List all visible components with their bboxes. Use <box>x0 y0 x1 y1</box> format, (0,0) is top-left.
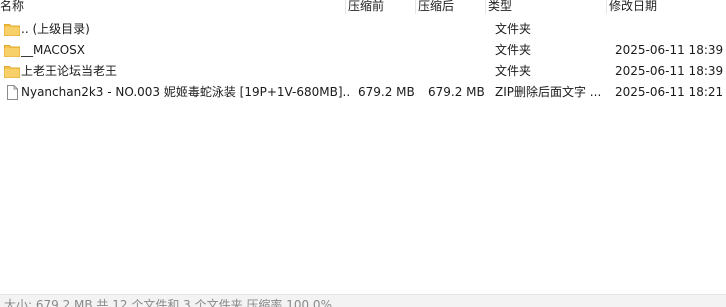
item-packed-size: 679.2 MB <box>428 85 484 99</box>
archive-file-list: 名称 压缩前 压缩后 类型 修改日期 .. (上级目录) 文件夹 __MACOS… <box>0 0 726 307</box>
item-type: ZIP删除后面文字 ... <box>495 85 602 99</box>
list-item-folder[interactable]: 上老王论坛当老王 文件夹 2025-06-11 18:39 <box>0 61 726 82</box>
column-header-bar: 名称 压缩前 压缩后 类型 修改日期 <box>0 0 726 15</box>
item-packed-size <box>428 19 484 40</box>
item-name: __MACOSX <box>21 43 86 57</box>
item-name: Nyanchan2k3 - NO.003 妮姬毒蛇泳装 [19P+1V-680M… <box>21 85 351 99</box>
item-modified: 2025-06-11 18:39 <box>615 43 723 57</box>
item-type: 文件夹 <box>495 64 532 78</box>
folder-icon <box>4 40 20 61</box>
column-header-name[interactable]: 名称 <box>0 0 24 15</box>
item-size <box>358 61 414 82</box>
column-header-size[interactable]: 压缩前 <box>348 0 384 15</box>
status-bar: 大小: 679.2 MB 共 12 个文件和 3 个文件夹 压缩率 100.0% <box>0 294 726 307</box>
item-name: 上老王论坛当老王 <box>21 64 118 78</box>
file-list-rows: .. (上级目录) 文件夹 __MACOSX 文件夹 2025-06-11 18… <box>0 19 726 103</box>
column-divider[interactable] <box>485 0 486 14</box>
item-type: 文件夹 <box>495 43 532 57</box>
item-packed-size <box>428 40 484 61</box>
column-header-packed[interactable]: 压缩后 <box>418 0 454 15</box>
item-modified: 2025-06-11 18:21 <box>615 85 723 99</box>
item-modified: 2025-06-11 18:39 <box>615 64 723 78</box>
status-text: 大小: 679.2 MB 共 12 个文件和 3 个文件夹 压缩率 100.0% <box>4 298 332 307</box>
folder-icon <box>4 19 20 40</box>
item-packed-size <box>428 61 484 82</box>
list-item-parent-dir[interactable]: .. (上级目录) 文件夹 <box>0 19 726 40</box>
item-modified <box>615 19 723 40</box>
column-divider[interactable] <box>606 0 607 14</box>
list-item-zip-file[interactable]: Nyanchan2k3 - NO.003 妮姬毒蛇泳装 [19P+1V-680M… <box>0 82 726 103</box>
column-divider[interactable] <box>345 0 346 14</box>
item-size: 679.2 MB <box>358 85 414 99</box>
file-icon <box>4 82 20 103</box>
column-divider[interactable] <box>415 0 416 14</box>
column-header-modified[interactable]: 修改日期 <box>609 0 657 15</box>
item-size <box>358 19 414 40</box>
item-size <box>358 40 414 61</box>
list-item-macosx[interactable]: __MACOSX 文件夹 2025-06-11 18:39 <box>0 40 726 61</box>
folder-icon <box>4 61 20 82</box>
column-header-type[interactable]: 类型 <box>488 0 512 15</box>
item-type: 文件夹 <box>495 22 532 36</box>
item-name: .. (上级目录) <box>21 22 90 36</box>
